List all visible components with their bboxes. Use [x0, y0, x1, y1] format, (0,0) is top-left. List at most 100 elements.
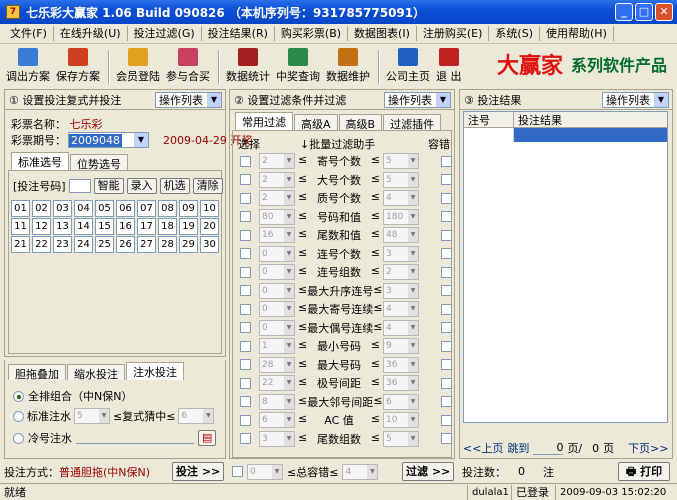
- menu-register[interactable]: 注册购买(E): [417, 26, 490, 41]
- filter-min-select[interactable]: 2 ▼: [259, 190, 295, 206]
- number-cell[interactable]: 12: [32, 218, 51, 235]
- number-cell[interactable]: 25: [95, 236, 114, 253]
- filter-max-select[interactable]: 3 ▼: [383, 282, 419, 299]
- number-cell[interactable]: 05: [95, 200, 114, 217]
- browse-icon[interactable]: ▤: [198, 430, 216, 446]
- print-button[interactable]: 🖶 打印: [618, 462, 670, 481]
- random-button[interactable]: 机选: [159, 178, 190, 194]
- join-group-buy-button[interactable]: 参与合买: [166, 48, 210, 84]
- number-cell[interactable]: 10: [200, 200, 219, 217]
- number-cell[interactable]: 24: [74, 236, 93, 253]
- filter-min-select[interactable]: 2 ▼: [259, 153, 295, 169]
- number-cell[interactable]: 11: [11, 218, 30, 235]
- filter-tolerance-checkbox[interactable]: [441, 359, 452, 370]
- tab-standard-select[interactable]: 标准选号: [11, 152, 69, 170]
- data-stats-button[interactable]: 数据统计: [226, 48, 270, 84]
- filter-max-select[interactable]: 2 ▼: [383, 264, 419, 280]
- load-plan-button[interactable]: 调出方案: [6, 48, 50, 84]
- tab-shrink-bet[interactable]: 缩水投注: [67, 364, 125, 381]
- filter-max-select[interactable]: 36 ▼: [383, 356, 419, 373]
- filter-max-select[interactable]: 5 ▼: [383, 430, 419, 447]
- menu-data-chart[interactable]: 数据图表(I): [348, 26, 417, 41]
- number-cell[interactable]: 02: [32, 200, 51, 217]
- filter-max-select[interactable]: 9 ▼: [383, 338, 419, 354]
- filter-min-select[interactable]: 0 ▼: [259, 264, 295, 280]
- table-row[interactable]: [464, 128, 667, 142]
- number-cell[interactable]: 15: [95, 218, 114, 235]
- filter-min-select[interactable]: 22 ▼: [259, 375, 295, 391]
- filter-button[interactable]: 过滤 >>: [402, 462, 454, 481]
- menu-bet-filter[interactable]: 投注过滤(G): [128, 26, 202, 41]
- enter-button[interactable]: 录入: [126, 178, 157, 194]
- filter-select-checkbox[interactable]: [240, 433, 251, 444]
- filter-select-checkbox[interactable]: [240, 285, 251, 296]
- number-cell[interactable]: 08: [158, 200, 177, 217]
- jump-to-link[interactable]: 跳到: [507, 440, 529, 456]
- tab-advanced-a[interactable]: 高级A: [294, 114, 338, 131]
- number-cell[interactable]: 20: [200, 218, 219, 235]
- filter-select-checkbox[interactable]: [240, 174, 251, 185]
- filter-min-select[interactable]: 28 ▼: [259, 356, 295, 373]
- tab-filter-plugin[interactable]: 过滤插件: [383, 114, 442, 131]
- full-combo-radio[interactable]: [13, 390, 24, 402]
- tab-water-bet[interactable]: 注水投注: [126, 362, 184, 380]
- number-cell[interactable]: 13: [53, 218, 72, 235]
- homepage-button[interactable]: 公司主页: [386, 48, 430, 84]
- bet-button[interactable]: 投注 >>: [172, 462, 224, 481]
- maximize-button[interactable]: □: [635, 3, 653, 21]
- filter-min-select[interactable]: 3 ▼: [259, 430, 295, 447]
- number-cell[interactable]: 06: [116, 200, 135, 217]
- prev-page-link[interactable]: <<上页: [463, 440, 503, 456]
- number-cell[interactable]: 01: [11, 200, 30, 217]
- filter-min-select[interactable]: 0 ▼: [259, 319, 295, 336]
- operation-list-dropdown[interactable]: 操作列表 ▼: [602, 92, 669, 108]
- filter-tolerance-checkbox[interactable]: [441, 377, 452, 389]
- filter-tolerance-checkbox[interactable]: [441, 322, 452, 333]
- clear-button[interactable]: 清除: [192, 178, 223, 194]
- result-table[interactable]: 注号 投注结果: [463, 111, 668, 423]
- filter-select-checkbox[interactable]: [240, 414, 251, 426]
- filter-tolerance-checkbox[interactable]: [441, 433, 452, 444]
- filter-max-select[interactable]: 4 ▼: [383, 319, 419, 336]
- member-login-button[interactable]: 会员登陆: [116, 48, 160, 84]
- filter-tolerance-checkbox[interactable]: [441, 248, 452, 259]
- min-hit-select[interactable]: 5 ▼: [74, 408, 110, 424]
- number-cell[interactable]: 22: [32, 236, 51, 253]
- tab-common-filter[interactable]: 常用过滤: [235, 112, 293, 130]
- filter-max-select[interactable]: 3 ▼: [383, 245, 419, 262]
- filter-tolerance-checkbox[interactable]: [441, 174, 452, 185]
- filter-min-select[interactable]: 6 ▼: [259, 412, 295, 428]
- menu-online-upgrade[interactable]: 在线升级(U): [54, 26, 128, 41]
- max-hit-select[interactable]: 6 ▼: [178, 408, 215, 424]
- filter-select-checkbox[interactable]: [240, 322, 251, 333]
- tolerance-checkbox[interactable]: [232, 466, 243, 477]
- filter-tolerance-checkbox[interactable]: [441, 192, 452, 204]
- page-input[interactable]: 0: [533, 441, 564, 455]
- filter-min-select[interactable]: 8 ▼: [259, 393, 295, 410]
- tolerance-max-select[interactable]: 4 ▼: [342, 463, 379, 480]
- number-cell[interactable]: 27: [137, 236, 156, 253]
- tab-advanced-b[interactable]: 高级B: [338, 114, 383, 131]
- bet-number-input[interactable]: [68, 179, 91, 193]
- number-cell[interactable]: 09: [179, 200, 198, 217]
- cold-water-radio[interactable]: [13, 432, 24, 444]
- filter-select-checkbox[interactable]: [240, 303, 251, 315]
- filter-max-select[interactable]: 48 ▼: [383, 227, 419, 243]
- number-cell[interactable]: 17: [137, 218, 156, 235]
- minimize-button[interactable]: _: [615, 3, 633, 21]
- filter-select-checkbox[interactable]: [240, 359, 251, 370]
- filter-min-select[interactable]: 0 ▼: [259, 282, 295, 299]
- next-page-link[interactable]: 下页>>: [628, 440, 668, 456]
- filter-tolerance-checkbox[interactable]: [441, 285, 452, 296]
- filter-min-select[interactable]: 0 ▼: [259, 245, 295, 262]
- number-cell[interactable]: 07: [137, 200, 156, 217]
- filter-max-select[interactable]: 4 ▼: [383, 301, 419, 317]
- exit-button[interactable]: 退 出: [436, 48, 462, 84]
- filter-tolerance-checkbox[interactable]: [441, 229, 452, 241]
- number-cell[interactable]: 14: [74, 218, 93, 235]
- filter-tolerance-checkbox[interactable]: [441, 303, 452, 315]
- filter-min-select[interactable]: 2 ▼: [259, 171, 295, 188]
- number-cell[interactable]: 23: [53, 236, 72, 253]
- number-cell[interactable]: 18: [158, 218, 177, 235]
- operation-list-dropdown[interactable]: 操作列表 ▼: [155, 92, 222, 108]
